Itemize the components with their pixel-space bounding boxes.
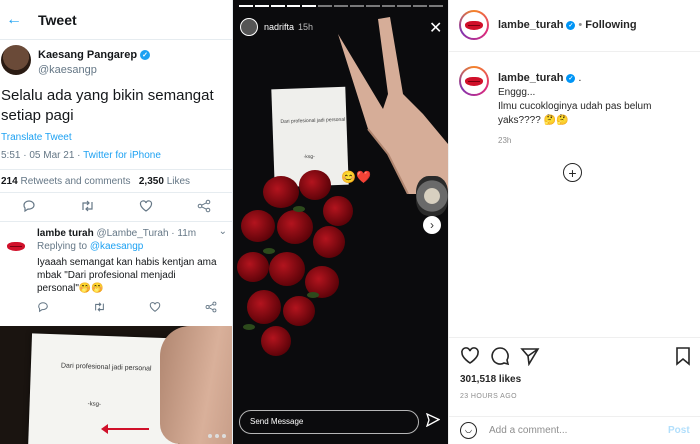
avatar[interactable] [4,234,28,258]
like-heart-icon[interactable] [460,346,480,371]
caption-line: Ilmu cucokloginya udah pas belum yaks???… [498,101,652,126]
reply-icon[interactable] [22,199,36,216]
tweet-source-link[interactable]: Twitter for iPhone [83,150,161,161]
avatar[interactable] [459,10,489,40]
reply-tweet[interactable]: lambe turah @Lambe_Turah · 11m ⌄ Replyin… [0,222,232,322]
reply-handle-time: @Lambe_Turah · 11m [96,228,197,239]
divider [0,169,232,170]
caption-username[interactable]: lambe_turah [498,72,563,84]
tweet-attached-photo[interactable]: Dari profesional jadi personal -ksg- [0,326,232,444]
tweet-stats: 214 Retweets and comments 2,350 Likes [1,176,190,187]
hand-image [160,326,232,444]
back-arrow-icon[interactable]: ← [6,11,26,29]
retweet-icon[interactable] [80,199,95,216]
load-more-comments-plus-icon[interactable]: + [563,163,582,182]
reply-author-name[interactable]: lambe turah [37,228,94,239]
emoji-smiley-icon[interactable]: ◡ [460,422,477,439]
replying-to: Replying to @kaesangp [37,241,143,252]
tweet-action-bar [0,196,232,218]
replying-label: Replying to [37,241,88,252]
avatar[interactable] [459,66,489,96]
post-header: lambe_turah ✓ • Following [449,0,700,52]
retweet-icon[interactable] [93,301,106,316]
page-title: Tweet [38,11,77,28]
chevron-down-icon[interactable]: ⌄ [219,226,227,237]
share-icon[interactable] [197,199,211,216]
send-message-input[interactable]: Send Message [239,410,419,434]
paper-note-text: Dari profesional jadi personal [60,362,152,373]
story-time: 15h [298,22,314,32]
avatar[interactable] [1,45,31,75]
instagram-post-panel: lambe_turah ✓ • Following lambe_turah ✓ … [448,0,700,444]
verified-badge-icon: ✓ [566,20,576,30]
reply-action-bar [37,301,217,316]
tweet-author[interactable]: Kaesang Pangarep ✓ @kaesangp [0,40,232,86]
author-handle: @kaesangp [38,64,97,76]
caption-line: Enggg... [498,87,536,98]
reply-icon[interactable] [37,301,49,316]
likes-count[interactable]: 301,518 likes [460,374,521,385]
like-heart-icon[interactable] [139,199,153,216]
rose-bouquet-image [233,166,363,376]
comment-input[interactable]: Add a comment... [489,425,567,436]
retweets-label[interactable]: Retweets and comments [20,176,130,187]
likes-count[interactable]: 2,350 [139,176,164,187]
translate-tweet-link[interactable]: Translate Tweet [1,132,72,143]
story-progress-bar [239,5,443,7]
author-name[interactable]: Kaesang Pangarep [38,49,137,61]
red-arrow-annotation-icon [101,424,149,434]
chevron-right-icon[interactable]: › [423,216,441,234]
twitter-tweet-panel: ← Tweet Kaesang Pangarep ✓ @kaesangp Sel… [0,0,233,444]
twitter-header: ← Tweet [0,0,232,40]
tweet-meta: 5:51 · 05 Mar 21 · Twitter for iPhone [1,150,161,161]
post-caption: Enggg... Ilmu cucokloginya udah pas belu… [498,86,693,128]
reply-text: Iyaaah semangat kan habis kentjan ama mb… [37,257,217,294]
following-button[interactable]: Following [585,19,636,31]
divider [0,192,232,193]
retweets-count[interactable]: 214 [1,176,18,187]
posted-time: 23 HOURS AGO [460,393,517,400]
send-icon[interactable] [425,412,441,430]
replying-handle-link[interactable]: @kaesangp [90,241,144,252]
instagram-story[interactable]: nadrifta 15h ✕ Dari profesional jadi pers… [233,0,448,444]
bookmark-icon[interactable] [674,346,692,371]
post-comment-button[interactable]: Post [668,425,690,436]
paper-note-signature: -ksg- [87,401,102,408]
avatar[interactable] [240,18,258,36]
post-action-bar [460,346,694,368]
lips-logo-icon [465,20,483,30]
like-heart-icon[interactable] [149,301,161,316]
post-username[interactable]: lambe_turah [498,19,563,31]
share-direct-icon[interactable] [520,346,540,371]
divider [449,337,700,338]
share-icon[interactable] [205,301,217,316]
wristwatch-image [416,176,448,216]
verified-badge-icon: ✓ [140,50,151,60]
lips-logo-icon [465,76,483,86]
carousel-dots [208,434,226,438]
paper-note-signature: -ksg- [303,153,315,161]
story-username[interactable]: nadrifta [264,22,294,32]
tweet-text: Selalu ada yang bikin semangat setiap pa… [1,87,214,124]
caption-time: 23h [498,136,512,145]
comment-bar: ◡ Add a comment... Post [449,416,700,444]
likes-label[interactable]: Likes [167,176,190,187]
tweet-timestamp: 5:51 · 05 Mar 21 · [1,150,81,161]
lips-logo-icon [7,241,25,251]
verified-badge-icon: ✓ [566,73,576,83]
screenshot-collage: ← Tweet Kaesang Pangarep ✓ @kaesangp Sel… [0,0,700,444]
comment-icon[interactable] [490,346,510,371]
